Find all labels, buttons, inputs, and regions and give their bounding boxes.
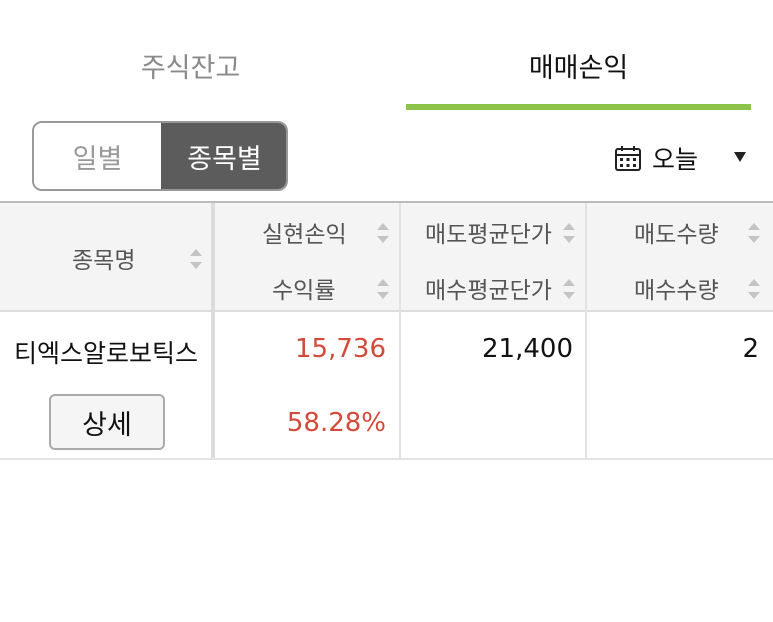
date-label: 오늘 [652,145,699,174]
toggle-daily[interactable]: 일별 [34,123,161,189]
chevron-down-icon [734,152,746,162]
period-toggle: 일별 종목별 [32,121,288,191]
tab-label: 주식잔고 [140,53,241,84]
toggle-by-stock[interactable]: 종목별 [161,123,286,189]
detail-button[interactable]: 상세 [49,394,165,450]
main-tabs: 주식잔고 매매손익 [0,38,773,110]
calendar-icon [615,146,641,171]
table-header: 종목명 실현손익 수익률 매도평균단가 매수평균단가 매도수량 매수수량 [0,201,773,312]
column-divider [399,203,401,312]
column-divider [211,312,215,458]
header-avg-sell-price[interactable]: 매도평균단가 [425,215,552,249]
header-stock-name[interactable]: 종목명 [72,241,135,275]
header-return-rate[interactable]: 수익률 [272,271,335,305]
realized-pl-value: 15,736 [295,334,386,364]
header-avg-buy-price[interactable]: 매수평균단가 [425,271,552,305]
sort-icon[interactable] [748,279,760,299]
header-realized-pl[interactable]: 실현손익 [262,215,347,249]
table-row[interactable]: 티엑스알로보틱스 상세 15,736 58.28% 21,400 2 [0,312,773,460]
active-tab-indicator [406,104,751,110]
sort-icon[interactable] [563,223,575,243]
avg-sell-price-value: 21,400 [482,334,573,364]
sort-icon[interactable] [377,279,389,299]
sort-icon[interactable] [563,279,575,299]
sort-icon[interactable] [190,249,202,269]
column-divider [585,312,587,458]
column-divider [211,203,215,312]
header-sell-qty[interactable]: 매도수량 [634,215,719,249]
return-rate-value: 58.28% [286,408,386,438]
stock-name: 티엑스알로보틱스 [14,339,199,368]
sell-qty-value: 2 [742,334,759,364]
column-divider [399,312,401,458]
header-buy-qty[interactable]: 매수수량 [634,271,719,305]
trading-pl-table: 종목명 실현손익 수익률 매도평균단가 매수평균단가 매도수량 매수수량 티엑스… [0,201,773,460]
tab-stock-balance[interactable]: 주식잔고 [18,38,363,110]
sort-icon[interactable] [377,223,389,243]
sort-icon[interactable] [748,223,760,243]
tab-label: 매매손익 [528,53,629,84]
date-dropdown[interactable]: 오늘 [614,138,754,178]
top-controls [0,0,773,2]
tab-trading-pl[interactable]: 매매손익 [406,38,751,110]
column-divider [585,203,587,312]
